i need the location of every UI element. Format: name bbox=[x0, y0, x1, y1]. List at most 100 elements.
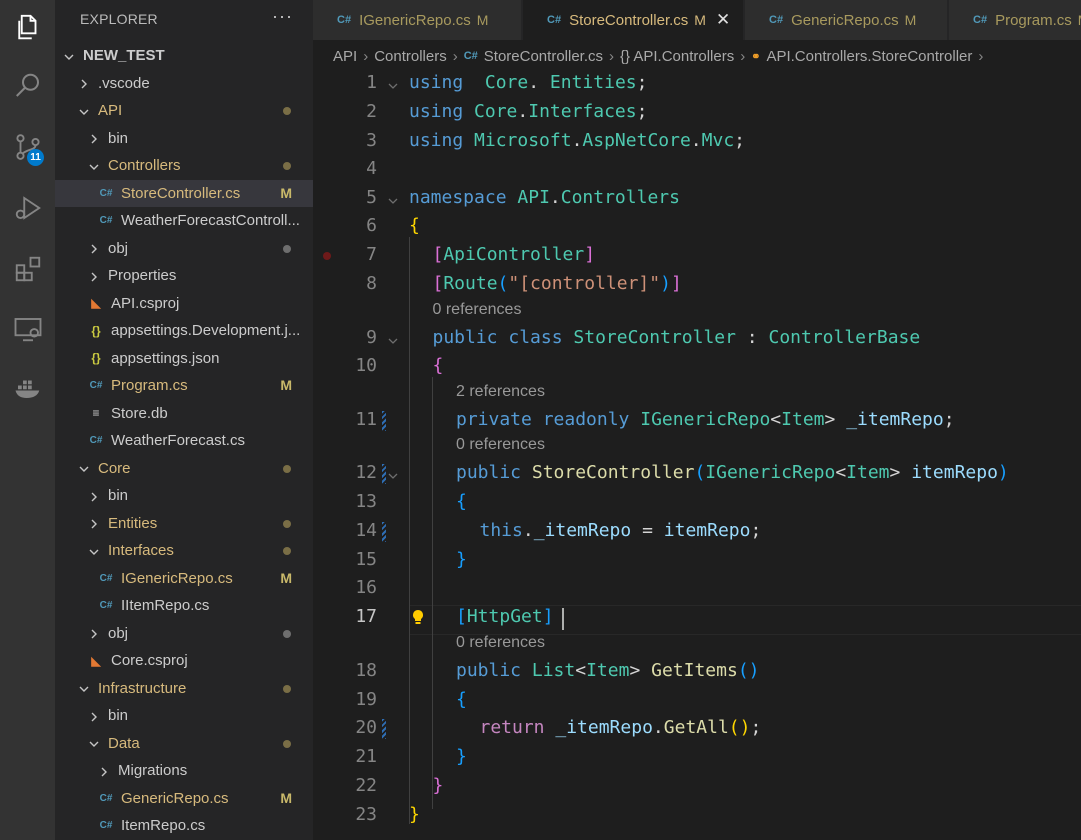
tree-item[interactable]: obj bbox=[55, 235, 313, 262]
tree-item[interactable]: Entities bbox=[55, 510, 313, 537]
tab-label: StoreController.cs bbox=[569, 11, 689, 29]
chevron-down-icon bbox=[63, 50, 75, 62]
tab-program[interactable]: C# Program.cs M bbox=[949, 0, 1081, 40]
files-icon[interactable] bbox=[0, 4, 55, 50]
run-debug-icon[interactable] bbox=[0, 185, 55, 231]
tree-item[interactable]: C# WeatherForecast.cs bbox=[55, 427, 313, 454]
modified-dot bbox=[283, 684, 291, 693]
tree-item[interactable]: .vscode bbox=[55, 70, 313, 97]
codelens-references[interactable]: 0 references bbox=[456, 436, 545, 454]
tree-item[interactable]: ◣ Core.csproj bbox=[55, 647, 313, 674]
chevron-right-icon bbox=[88, 517, 100, 529]
code-editor[interactable]: 1 using Core. Entities; 2 using Core.Interf… bbox=[313, 72, 1081, 840]
breadcrumb-item[interactable]: Controllers bbox=[374, 48, 447, 65]
source-control-icon[interactable]: 11 bbox=[0, 124, 55, 170]
breakpoint-hint-icon[interactable] bbox=[323, 252, 331, 260]
lightbulb-icon[interactable] bbox=[410, 608, 426, 631]
tab-genericrepo[interactable]: C# GenericRepo.cs M bbox=[745, 0, 947, 40]
more-actions-icon[interactable]: ··· bbox=[272, 6, 293, 27]
codelens-references[interactable]: 0 references bbox=[456, 634, 545, 652]
json-file-icon: {} bbox=[91, 323, 101, 338]
chevron-right-icon bbox=[88, 270, 100, 282]
tree-item-label: Infrastructure bbox=[98, 679, 187, 697]
tree-item-label: bin bbox=[108, 129, 129, 147]
code-line: } bbox=[456, 746, 467, 767]
code-line: { bbox=[409, 215, 420, 236]
line-number: 4 bbox=[366, 158, 377, 179]
tree-item[interactable]: C# IGenericRepo.cs M bbox=[55, 565, 313, 592]
tree-item[interactable]: NEW_TEST bbox=[55, 42, 313, 69]
indent-guide bbox=[432, 377, 433, 809]
breadcrumb-item[interactable]: {} API.Controllers bbox=[620, 48, 734, 65]
tree-item[interactable]: C# ItemRepo.cs bbox=[55, 812, 313, 839]
chevron-right-icon bbox=[78, 77, 90, 89]
tree-item-label: .vscode bbox=[98, 74, 150, 92]
line-number: 8 bbox=[366, 273, 377, 294]
tab-igenericrepo[interactable]: C# IGenericRepo.cs M bbox=[313, 0, 521, 40]
codelens-references[interactable]: 2 references bbox=[456, 383, 545, 401]
tree-item[interactable]: Properties bbox=[55, 262, 313, 289]
line-number: 3 bbox=[366, 130, 377, 151]
code-line: this._itemRepo = itemRepo; bbox=[479, 520, 762, 541]
breadcrumb: API › Controllers › C# StoreController.c… bbox=[313, 40, 1081, 72]
tree-item[interactable]: C# StoreController.cs M bbox=[55, 179, 313, 207]
remote-explorer-icon[interactable] bbox=[0, 306, 55, 352]
tree-item[interactable]: C# GenericRepo.cs M bbox=[55, 785, 313, 812]
chevron-right-icon: › bbox=[740, 47, 746, 65]
codelens-references[interactable]: 0 references bbox=[433, 301, 522, 319]
tree-item[interactable]: Core bbox=[55, 455, 313, 482]
source-control-badge: 11 bbox=[27, 149, 44, 166]
breadcrumb-item[interactable]: API.Controllers.StoreController bbox=[766, 48, 972, 65]
modified-dot bbox=[283, 739, 291, 748]
code-line: return _itemRepo.GetAll(); bbox=[479, 717, 762, 738]
chevron-right-icon: › bbox=[363, 47, 369, 65]
modified-indicator: M bbox=[280, 789, 292, 806]
line-number: 2 bbox=[366, 101, 377, 122]
fold-chevron-icon[interactable] bbox=[387, 466, 401, 480]
extensions-icon[interactable] bbox=[0, 246, 55, 292]
tree-item[interactable]: bin bbox=[55, 482, 313, 509]
tree-item[interactable]: API bbox=[55, 97, 313, 124]
tree-item[interactable]: ◣ API.csproj bbox=[55, 290, 313, 317]
tree-item[interactable]: C# Program.cs M bbox=[55, 372, 313, 399]
line-number: 6 bbox=[366, 215, 377, 236]
chevron-down-icon bbox=[78, 105, 90, 117]
tree-item[interactable]: C# IItemRepo.cs bbox=[55, 592, 313, 619]
tree-item[interactable]: Controllers bbox=[55, 152, 313, 179]
close-icon[interactable]: ✕ bbox=[716, 10, 730, 30]
tree-item[interactable]: ≡ Store.db bbox=[55, 400, 313, 427]
tree-item[interactable]: bin bbox=[55, 702, 313, 729]
tree-item-label: bin bbox=[108, 487, 129, 504]
modified-dot bbox=[283, 547, 291, 555]
tree-item-label: Core.csproj bbox=[111, 652, 188, 669]
class-icon: ⚭ bbox=[751, 50, 761, 63]
tree-item[interactable]: bin bbox=[55, 125, 313, 152]
change-marker bbox=[382, 411, 386, 431]
tree-item[interactable]: obj bbox=[55, 620, 313, 647]
search-icon[interactable] bbox=[0, 63, 55, 109]
line-number: 5 bbox=[366, 187, 377, 208]
breadcrumb-item[interactable]: StoreController.cs bbox=[484, 48, 603, 65]
tree-item[interactable]: C# WeatherForecastControll... bbox=[55, 207, 313, 234]
breadcrumb-item[interactable]: API bbox=[333, 48, 357, 65]
tree-item[interactable]: Migrations bbox=[55, 757, 313, 784]
tree-item[interactable]: {} appsettings.json bbox=[55, 345, 313, 372]
docker-icon[interactable] bbox=[0, 365, 55, 411]
fold-chevron-icon[interactable] bbox=[387, 76, 401, 90]
tree-item[interactable]: Infrastructure bbox=[55, 675, 313, 702]
modified-indicator: M bbox=[904, 12, 917, 28]
code-line: [HttpGet] bbox=[456, 606, 554, 627]
modified-dot bbox=[283, 107, 291, 115]
tree-item[interactable]: Data bbox=[55, 730, 313, 757]
fold-chevron-icon[interactable] bbox=[387, 331, 401, 345]
tree-item-label: bin bbox=[108, 707, 129, 724]
chevron-down-icon bbox=[88, 160, 100, 172]
editor-tabs: C# IGenericRepo.cs M C# StoreController.… bbox=[313, 0, 1081, 40]
line-number: 11 bbox=[355, 409, 377, 430]
line-number: 12 bbox=[355, 462, 377, 483]
tab-storecontroller[interactable]: C# StoreController.cs M ✕ bbox=[523, 0, 743, 40]
tree-item[interactable]: {} appsettings.Development.j... bbox=[55, 317, 313, 344]
fold-chevron-icon[interactable] bbox=[387, 191, 401, 205]
tree-item[interactable]: Interfaces bbox=[55, 537, 313, 564]
tree-item-label: IItemRepo.cs bbox=[121, 597, 210, 614]
